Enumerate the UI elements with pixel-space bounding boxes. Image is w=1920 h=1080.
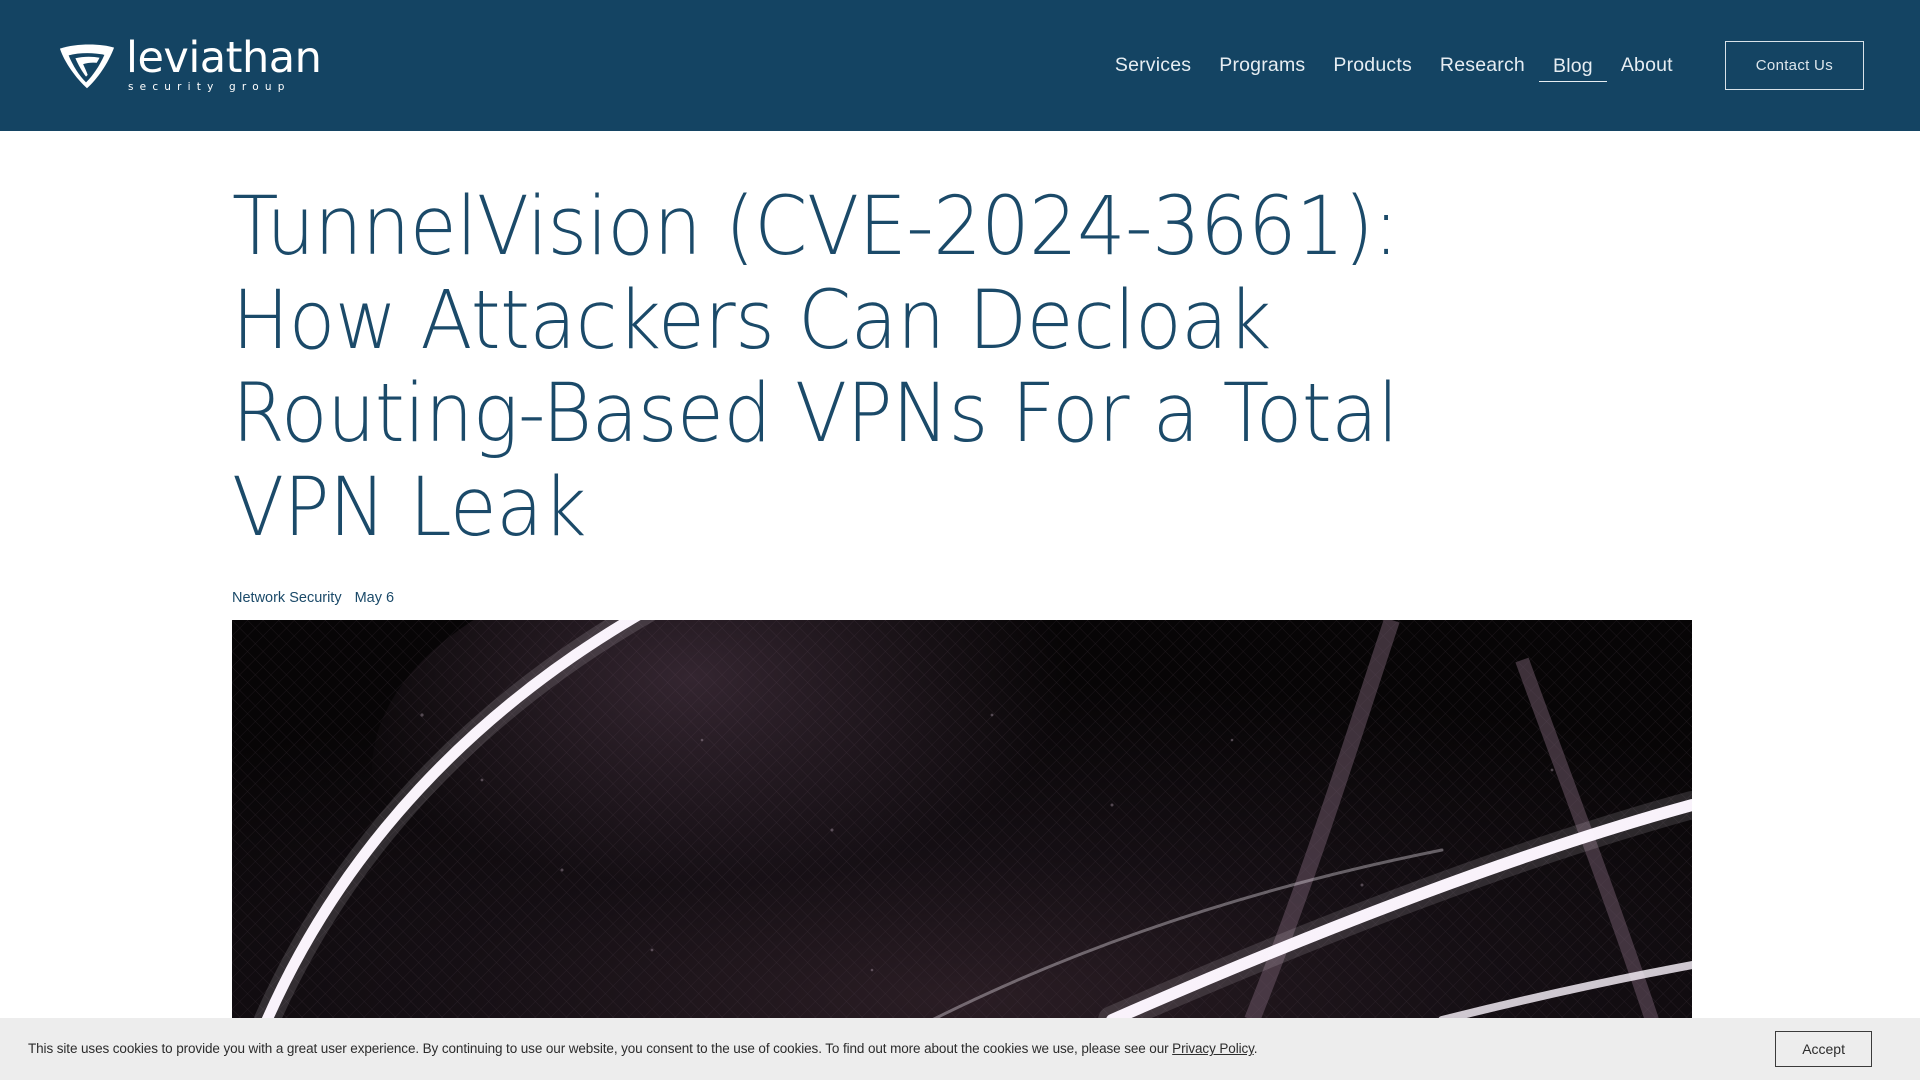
post-date: May 6 (354, 590, 395, 607)
page-title: TunnelVision (CVE-2024-3661): How Attack… (232, 180, 1399, 555)
contact-us-button[interactable]: Contact Us (1724, 41, 1864, 90)
blog-post: TunnelVision (CVE-2024-3661): How Attack… (228, 131, 1692, 1021)
hero-image-wrapper (232, 620, 1692, 1021)
accept-cookies-button[interactable]: Accept (1775, 1031, 1872, 1067)
site-logo[interactable]: leviathan security group (58, 32, 322, 94)
post-category[interactable]: Network Security (232, 590, 342, 606)
nav-item-services[interactable]: Services (1101, 48, 1205, 83)
logo-tagline: security group (128, 81, 291, 94)
logo-wordmark: leviathan (126, 32, 322, 83)
cookie-consent-banner: This site uses cookies to provide you wi… (0, 1018, 1920, 1080)
nav-item-products[interactable]: Products (1319, 48, 1426, 83)
logo-text: leviathan security group (126, 32, 322, 94)
page-body: TunnelVision (CVE-2024-3661): How Attack… (0, 131, 1920, 1080)
shield-swoosh-icon (59, 43, 115, 88)
cookie-consent-text: This site uses cookies to provide you wi… (28, 1040, 1258, 1058)
privacy-policy-link[interactable]: Privacy Policy (1172, 1041, 1254, 1056)
cookie-text-before: This site uses cookies to provide you wi… (28, 1041, 1173, 1057)
hero-image-art (232, 620, 1692, 1021)
nav-item-blog[interactable]: Blog (1538, 49, 1607, 82)
primary-navigation: Services Programs Products Research Blog… (1101, 41, 1864, 90)
nav-item-about[interactable]: About (1607, 48, 1687, 83)
nav-item-programs[interactable]: Programs (1205, 48, 1319, 83)
post-meta: Network Security May 6 (232, 590, 1692, 606)
nav-item-research[interactable]: Research (1426, 48, 1539, 83)
hero-image (232, 620, 1692, 1021)
cookie-text-after: . (1253, 1041, 1258, 1057)
site-header: leviathan security group Services Progra… (0, 0, 1920, 131)
